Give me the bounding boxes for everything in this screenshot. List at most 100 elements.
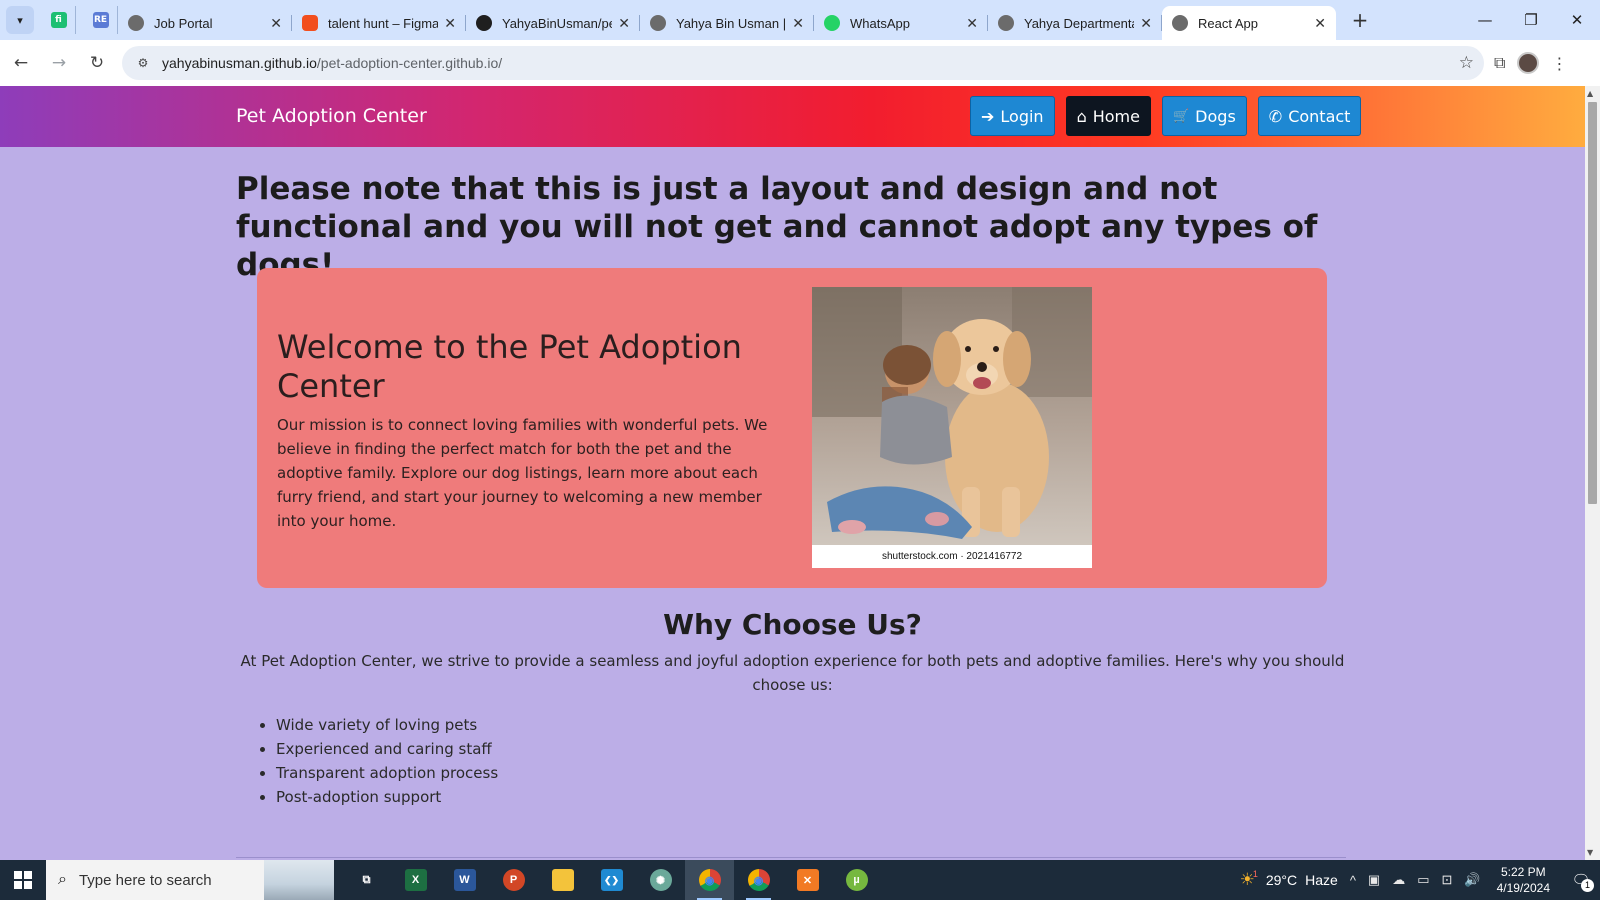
chrome-profile-button[interactable]: ◉ [734,860,783,900]
scrollbar-thumb[interactable] [1588,102,1597,504]
chatgpt-icon: ✺ [649,869,672,891]
restore-icon[interactable]: ❐ [1508,11,1554,29]
close-icon[interactable]: ✕ [1314,15,1326,32]
bookmark-star-icon[interactable]: ☆ [1459,53,1474,73]
sign-in-icon: ➔ [981,106,995,126]
clock[interactable]: 5:22 PM 4/19/2024 [1497,864,1550,896]
xampp-icon: ✕ [796,869,819,891]
address-bar[interactable]: ⚙ yahyabinusman.github.io/pet-adoption-c… [122,46,1484,80]
network-icon[interactable]: ⊡ [1442,872,1453,888]
welcome-title: Welcome to the Pet Adoption Center [277,328,742,405]
disclaimer-heading: Please note that this is just a layout a… [236,171,1318,283]
site-brand[interactable]: Pet Adoption Center [236,105,427,127]
contact-button[interactable]: ✆ Contact [1257,96,1362,136]
extensions-icon[interactable]: ⧉ [1494,53,1505,73]
file-explorer-icon: ▬ [551,869,574,891]
chrome-button[interactable]: ◉ [685,860,734,900]
close-icon[interactable]: ✕ [618,15,630,32]
file-explorer-button[interactable]: ▬ [538,860,587,900]
search-icon: ⌕ [58,871,67,888]
tab-job-portal[interactable]: Job Portal ✕ [118,6,292,40]
volume-icon[interactable]: 🔊 [1464,872,1480,888]
tab-search-dropdown[interactable]: ▾ [6,6,34,34]
close-icon[interactable]: ✕ [966,15,978,32]
url-host: yahyabinusman.github.io [162,55,317,71]
tab-department[interactable]: Yahya Departmenta ✕ [988,6,1162,40]
page-scrollbar[interactable]: ▲ ▼ [1585,86,1600,860]
url-path: /pet-adoption-center.github.io/ [316,55,503,71]
page-viewport: Pet Adoption Center ➔ Login ⌂ Home 🛒 Dogs ✆… [0,86,1585,860]
profile-avatar[interactable] [1517,52,1540,74]
powerpoint-icon: P [502,869,525,891]
phone-icon: ✆ [1268,106,1283,126]
weather-widget[interactable]: ☀ 1 29°C Haze [1240,869,1338,890]
list-item: Wide variety of loving pets [276,713,498,737]
word-button[interactable]: W [440,860,489,900]
welcome-card: Welcome to the Pet Adoption Center Our m… [257,268,1327,588]
close-icon[interactable]: ✕ [1140,15,1152,32]
vscode-icon: ❮❯ [600,869,623,891]
chrome-profile-icon: ◉ [747,869,770,891]
excel-button[interactable]: X [391,860,440,900]
notification-center-button[interactable]: 🗨 1 [1562,860,1600,900]
fiverr-icon: fi [50,12,67,28]
tab-portfolio[interactable]: Yahya Bin Usman | F ✕ [640,6,814,40]
task-view-icon: ⧉ [362,873,371,886]
clock-date: 4/19/2024 [1496,881,1550,895]
github-icon [476,15,492,31]
globe-icon [128,15,144,31]
pinned-tab-0[interactable]: fi [42,6,76,34]
chevron-up-icon[interactable]: ^ [1350,873,1356,888]
site-info-icon[interactable]: ⚙ [132,52,154,74]
close-icon[interactable]: ✕ [792,15,804,32]
home-icon: ⌂ [1076,106,1087,126]
globe-icon [650,15,666,31]
utorrent-icon: µ [845,869,868,891]
onedrive-icon[interactable]: ☁ [1392,872,1405,888]
reload-button[interactable]: ↻ [80,46,114,80]
xampp-button[interactable]: ✕ [783,860,832,900]
start-button[interactable] [0,860,46,900]
nav-buttons: ➔ Login ⌂ Home 🛒 Dogs ✆ Contact [970,96,1362,136]
powerpoint-button[interactable]: P [489,860,538,900]
new-tab-button[interactable]: + [1346,8,1374,32]
task-view-button[interactable]: ⧉ [342,860,391,900]
close-window-icon[interactable]: ✕ [1554,11,1600,29]
windows-logo-icon [14,871,32,889]
forward-button[interactable]: → [42,46,76,80]
girl-with-dog-photo: shutterstock.com · 2021416772 [812,287,1092,568]
dogs-button[interactable]: 🛒 Dogs [1161,96,1247,136]
why-choose-title: Why Choose Us? [663,608,922,641]
vscode-button[interactable]: ❮❯ [587,860,636,900]
browser-toolbar: ← → ↻ ⚙ yahyabinusman.github.io/pet-adop… [0,40,1600,86]
clock-time: 5:22 PM [1500,865,1546,879]
battery-icon[interactable]: ▭ [1417,872,1429,888]
utorrent-button[interactable]: µ [832,860,881,900]
scroll-down-icon[interactable]: ▼ [1587,848,1593,857]
minimize-icon[interactable]: — [1462,11,1508,29]
taskbar-search[interactable]: ⌕ Type here to search [46,860,334,900]
cart-icon: 🛒 [1172,108,1190,124]
close-icon[interactable]: ✕ [270,15,282,32]
chrome-icon: ◉ [698,869,721,891]
close-icon[interactable]: ✕ [444,15,456,32]
search-placeholder: Type here to search [78,871,212,889]
tab-github[interactable]: YahyaBinUsman/pe ✕ [466,6,640,40]
pinned-tab-1[interactable]: RE [84,6,118,34]
back-button[interactable]: ← [4,46,38,80]
scroll-up-icon[interactable]: ▲ [1587,89,1593,98]
tab-whatsapp[interactable]: WhatsApp ✕ [814,6,988,40]
login-button[interactable]: ➔ Login [970,96,1055,136]
meet-now-icon[interactable]: ▣ [1368,872,1380,888]
system-tray: ☀ 1 29°C Haze ^ ▣ ☁ ▭ ⊡ 🔊 5:22 PM 4/19/2… [1240,860,1600,900]
menu-kebab-icon[interactable]: ⋮ [1551,54,1567,73]
tab-figma[interactable]: talent hunt – Figma ✕ [292,6,466,40]
repo-icon: RE [92,12,109,28]
toolbar-actions: ⧉ ⋮ [1494,52,1567,74]
image-credit: shutterstock.com · 2021416772 [881,551,1023,562]
tab-react-app[interactable]: React App ✕ [1162,6,1336,40]
reload-icon: ↻ [89,53,105,73]
chatgpt-button[interactable]: ✺ [636,860,685,900]
home-button[interactable]: ⌂ Home [1065,96,1151,136]
list-item: Post-adoption support [276,785,498,809]
